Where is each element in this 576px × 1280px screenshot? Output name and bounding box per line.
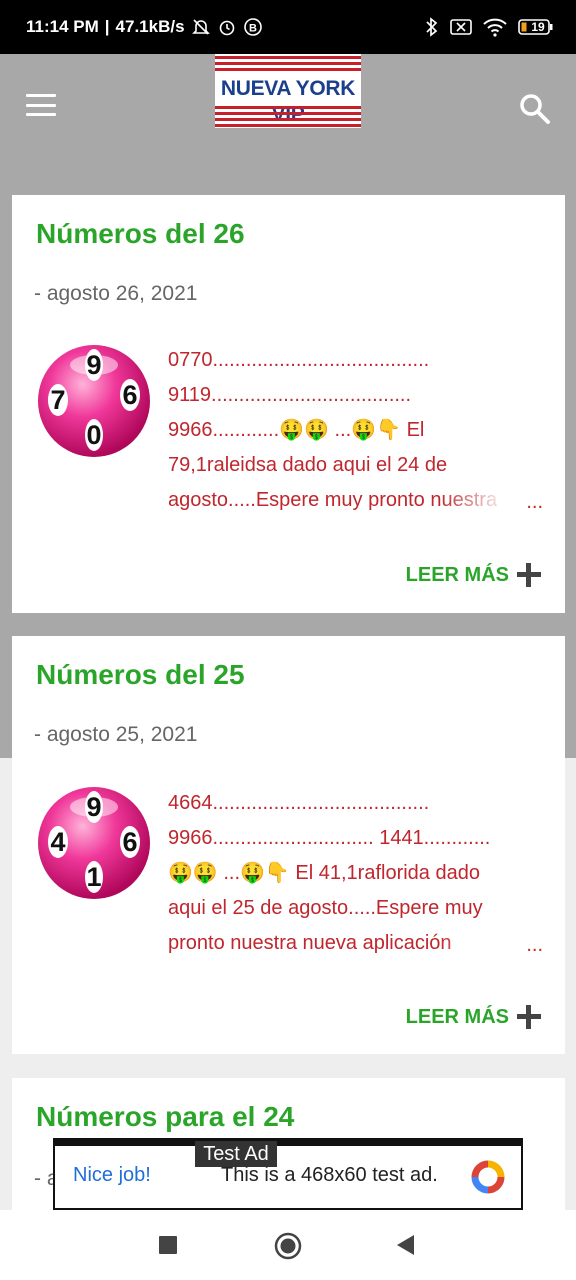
read-more-button[interactable]: LEER MÁS: [406, 563, 541, 587]
ball-number: 4: [50, 827, 65, 857]
menu-icon[interactable]: [26, 94, 56, 116]
read-more-label: LEER MÁS: [405, 563, 509, 586]
snippet-line: 🤑🤑 ...🤑👇 El 41,1raflorida dado: [168, 862, 480, 884]
snippet-line: 0770....................................…: [168, 349, 430, 371]
ball-number: 1: [86, 862, 101, 892]
ad-logo-icon: [471, 1160, 505, 1194]
snippet-line: 9119....................................: [168, 384, 412, 406]
post-card[interactable]: Números del 26 - agosto 26, 2021 9 7 6 0…: [12, 195, 565, 613]
post-title[interactable]: Números del 25: [36, 658, 245, 692]
snippet-line: 79,1raleidsa dado aqui el 24 de: [168, 454, 448, 476]
ball-number: 7: [50, 385, 65, 415]
home-icon[interactable]: [274, 1232, 302, 1260]
ball-number: 6: [122, 827, 137, 857]
sim-off-icon: [450, 18, 472, 36]
snippet-line: 4664....................................…: [168, 792, 430, 814]
ball-number: 0: [86, 420, 101, 450]
post-date: - agosto 25, 2021: [34, 723, 198, 746]
snippet-line: 9966............................. 1441..…: [168, 827, 491, 849]
ad-nice-text: Nice job!: [73, 1164, 151, 1186]
search-icon[interactable]: [518, 92, 552, 126]
snippet-ellipsis: ...: [526, 934, 543, 956]
post-title[interactable]: Números para el 24: [36, 1100, 294, 1134]
svg-text:B: B: [249, 23, 257, 35]
wifi-icon: [482, 17, 508, 37]
plus-icon: [517, 563, 541, 587]
read-more-button[interactable]: LEER MÁS: [406, 1005, 541, 1029]
read-more-label: LEER MÁS: [405, 1005, 509, 1028]
post-card[interactable]: Números del 25 - agosto 25, 2021 9 4 6 1…: [12, 636, 565, 1054]
post-snippet: 4664....................................…: [168, 786, 548, 961]
post-snippet: 0770....................................…: [168, 343, 548, 518]
status-bar: 11:14 PM | 47.1kB/s B 19: [0, 0, 576, 54]
ball-number: 9: [86, 350, 101, 380]
lottery-ball-image[interactable]: 9 4 6 1: [36, 785, 152, 901]
post-date: - agosto 26, 2021: [34, 282, 198, 305]
ball-number: 6: [122, 380, 137, 410]
site-logo[interactable]: NUEVA YORK VIP: [215, 54, 361, 128]
system-nav-bar: [0, 1210, 576, 1280]
snippet-ellipsis: ...: [526, 491, 543, 513]
ad-text: This is a 468x60 test ad.: [221, 1164, 438, 1186]
ad-banner[interactable]: Nice job! This is a 468x60 test ad.: [53, 1138, 523, 1210]
status-speed: 47.1kB/s: [115, 17, 185, 36]
back-icon[interactable]: [396, 1234, 416, 1256]
snippet-line: aqui el 25 de agosto.....Espere muy: [168, 897, 483, 919]
ad-label: Test Ad: [195, 1141, 277, 1167]
battery-level: 19: [531, 20, 545, 34]
bell-off-icon: [191, 17, 211, 37]
recents-icon[interactable]: [159, 1236, 177, 1254]
snippet-line: 9966............🤑🤑 ...🤑👇 El: [168, 419, 425, 441]
lottery-ball-image[interactable]: 9 7 6 0: [36, 343, 152, 459]
snippet-line: agosto.....Espere muy pronto nuestra: [168, 489, 498, 511]
snippet-line: pronto nuestra nueva aplicación: [168, 932, 452, 954]
ad-content[interactable]: Nice job! This is a 468x60 test ad.: [55, 1146, 521, 1208]
status-separator: |: [104, 17, 110, 36]
status-time: 11:14 PM: [26, 17, 99, 36]
ball-number: 9: [86, 792, 101, 822]
b-circle-icon: B: [243, 17, 263, 37]
plus-icon: [517, 1005, 541, 1029]
bluetooth-icon: [424, 16, 440, 38]
post-title[interactable]: Números del 26: [36, 217, 245, 251]
alarm-icon: [217, 17, 237, 37]
